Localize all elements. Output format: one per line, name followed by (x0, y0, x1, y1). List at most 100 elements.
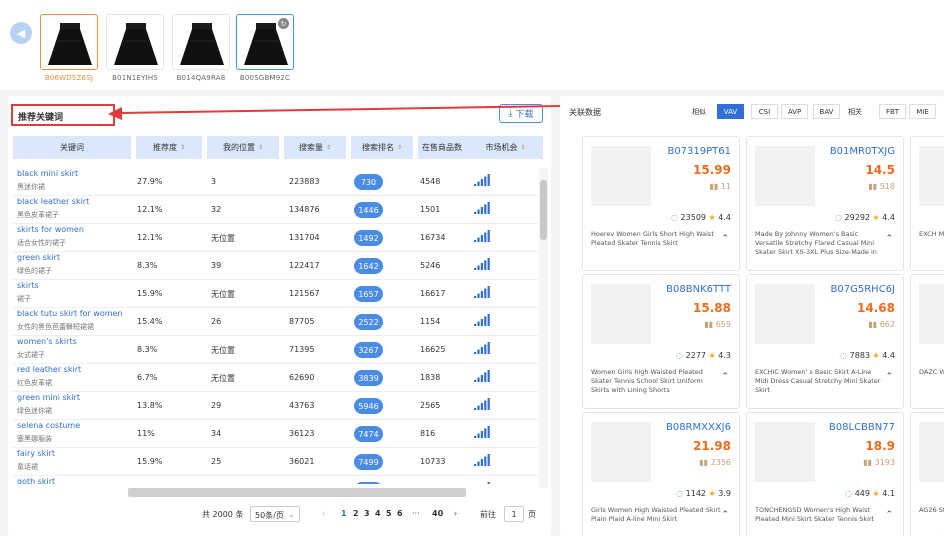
table-row[interactable]: selena costume 塞黑娜服装 11% 34 36123 7474 816 (13, 420, 538, 448)
card-title: EXCHIC Women' s Basic Skirt A-Line Midi … (755, 368, 881, 394)
keyword-link[interactable]: black mini skirt (17, 169, 78, 178)
table-row[interactable]: black mini skirt 黑迷你裙 27.9% 3 223883 730 4548 (13, 168, 538, 196)
prev-page-icon[interactable]: ‹ (322, 509, 325, 518)
scroll-thumb[interactable] (540, 180, 547, 240)
tab-avp[interactable]: AVP (781, 104, 808, 119)
col-position[interactable]: 我的位置 ⇕ (207, 136, 279, 159)
card-asin[interactable]: B07319PT61 (667, 146, 731, 157)
page-6[interactable]: 6 (397, 509, 403, 518)
next-page-icon[interactable]: › (454, 509, 457, 518)
signal-bar (477, 321, 480, 326)
table-row[interactable]: goth skirt哥特裙19.2%193380780571549 (13, 476, 538, 484)
card-asin[interactable]: B01MR0TXJG (830, 146, 895, 157)
product-asin-label[interactable]: B00SGBM92C (230, 74, 300, 82)
vertical-scrollbar[interactable] (539, 168, 548, 488)
position-value: 25 (211, 457, 222, 466)
product-card[interactable]: B07G5RHC6J 14.68 ▮▮ 662 ◌ 7883 ★ 4.4 EXCHIC … (746, 274, 904, 409)
col-volume[interactable]: 搜索量 ⇕ (284, 136, 346, 159)
tab-vav[interactable]: VAV (717, 104, 744, 119)
product-thumbnail[interactable] (40, 14, 98, 70)
product-image[interactable] (591, 146, 651, 206)
product-thumbnail[interactable] (172, 14, 230, 70)
keyword-link[interactable]: fairy skirt (17, 449, 55, 458)
product-card[interactable]: B08LCBBN77 18.9 ▮▮ 3193 ◌ 449 ★ 4.1 TONCHENG… (746, 412, 904, 536)
card-asin[interactable]: B08BNK6TTT (666, 284, 731, 295)
keyword-link[interactable]: skirts (17, 281, 39, 290)
signal-bar (487, 314, 490, 326)
product-card[interactable]: B01MR0TXJG 14.5 ▮▮ 518 ◌ 29292 ★ 4.4 Made By… (746, 136, 904, 271)
table-row[interactable]: women's skirts 女式裙子 8.3% 无位置 71395 3267 16625 (13, 336, 538, 364)
tab-csi[interactable]: CSI (751, 104, 778, 119)
chevron-up-icon[interactable]: ⌃ (885, 510, 893, 520)
product-card[interactable]: EXCH Midi Skirt (910, 136, 944, 271)
tab-fbt[interactable]: FBT (879, 104, 906, 119)
page-4[interactable]: 4 (375, 509, 381, 518)
product-asin-label[interactable]: B014QA9RA8 (166, 74, 236, 82)
table-row[interactable]: red leather skirt 红色皮革裙 6.7% 无位置 62690 3839 18… (13, 364, 538, 392)
keyword-link[interactable]: green mini skirt (17, 393, 80, 402)
product-thumbnail[interactable]: ↻ (236, 14, 294, 70)
col-recommend[interactable]: 推荐度 ⇕ (136, 136, 202, 159)
product-asin-label[interactable]: B01N1EYIHS (100, 74, 170, 82)
keyword-link[interactable]: women's skirts (17, 337, 77, 346)
product-card[interactable]: B08RMXXXJ6 21.98 ▮▮ 2356 ◌ 1142 ★ 3.9 Girls … (582, 412, 740, 536)
chevron-up-icon[interactable]: ⌃ (721, 234, 729, 244)
page-1[interactable]: 1 (341, 509, 347, 518)
product-image[interactable] (919, 284, 944, 344)
keyword-link[interactable]: black tutu skirt for women (17, 309, 123, 318)
table-row[interactable]: fairy skirt 童话裙 15.9% 25 36021 7499 10733 (13, 448, 538, 476)
product-card[interactable]: B08BNK6TTT 15.88 ▮▮ 659 ◌ 2277 ★ 4.3 Women G… (582, 274, 740, 409)
tab-bav[interactable]: BAV (813, 104, 840, 119)
signal-bar (480, 291, 483, 298)
product-card[interactable]: DAZC Waist for W (910, 274, 944, 409)
product-image[interactable] (591, 422, 651, 482)
card-asin[interactable]: B08LCBBN77 (829, 422, 895, 433)
table-row[interactable]: black tutu skirt for women 女性的黑色芭蕾舞短裙裙 15.… (13, 308, 538, 336)
product-image[interactable] (591, 284, 651, 344)
product-image[interactable] (919, 146, 944, 206)
product-image[interactable] (919, 422, 944, 482)
col-opportunity[interactable]: 市场机会 ⇕ (468, 136, 543, 159)
keyword-link[interactable]: green skirt (17, 253, 60, 262)
goto-page-input[interactable]: 1 (504, 506, 524, 522)
tab-mie[interactable]: MIE (909, 104, 936, 119)
product-card[interactable]: AG26 Stretc (910, 412, 944, 536)
col-keyword[interactable]: 关键词 (13, 136, 131, 159)
product-thumbnail[interactable] (106, 14, 164, 70)
product-image[interactable] (755, 146, 815, 206)
col-rank[interactable]: 搜索排名 ⇕ (351, 136, 413, 159)
table-row[interactable]: skirts 裙子 15.9% 无位置 121567 1657 16617 (13, 280, 538, 308)
card-asin[interactable]: B08RMXXXJ6 (666, 422, 731, 433)
keyword-link[interactable]: selena costume (17, 421, 80, 430)
refresh-icon[interactable]: ↻ (278, 18, 289, 29)
table-row[interactable]: black leather skirt 黑色皮革裙子 12.1% 32 134876 14… (13, 196, 538, 224)
page-5[interactable]: 5 (386, 509, 392, 518)
horizontal-scrollbar[interactable] (128, 488, 466, 497)
col-count[interactable]: 在售商品数 (418, 136, 468, 159)
keyword-link[interactable]: skirts for women (17, 225, 84, 234)
table-row[interactable]: skirts for women 适合女性的裙子 12.1% 无位置 131704 149… (13, 224, 538, 252)
page-last[interactable]: 40 (432, 509, 443, 518)
keyword-link[interactable]: red leather skirt (17, 365, 81, 374)
total-count: 共 2000 条 (202, 510, 244, 519)
card-asin[interactable]: B07G5RHC6J (831, 284, 895, 295)
product-image[interactable] (755, 284, 815, 344)
chevron-up-icon[interactable]: ⌃ (721, 510, 729, 520)
page-3[interactable]: 3 (364, 509, 370, 518)
chevron-up-icon[interactable]: ⌃ (721, 372, 729, 382)
product-image[interactable] (755, 422, 815, 482)
table-row[interactable]: green mini skirt 绿色迷你裙 13.8% 29 43763 5946 256… (13, 392, 538, 420)
keyword-link[interactable]: black leather skirt (17, 197, 89, 206)
page-ellipsis[interactable]: ··· (412, 509, 420, 518)
chevron-up-icon[interactable]: ⌃ (885, 372, 893, 382)
prev-arrow-icon[interactable]: ◀ (10, 22, 32, 44)
product-asin-label[interactable]: B06WD5Z6SJ (34, 74, 104, 82)
page-size-select[interactable]: 50条/页 ⌄ (250, 506, 300, 522)
page-2[interactable]: 2 (353, 509, 359, 518)
rank-badge: 1657 (354, 286, 383, 302)
download-button[interactable]: ⤓ 下载 (499, 104, 543, 123)
table-row[interactable]: green skirt 绿色的裙子 8.3% 39 122417 1642 5246 (13, 252, 538, 280)
chevron-up-icon[interactable]: ⌃ (885, 234, 893, 244)
product-card[interactable]: B07319PT61 15.99 ▮▮ 11 ◌ 23509 ★ 4.4 Hoerev … (582, 136, 740, 271)
keyword-link[interactable]: goth skirt (17, 477, 55, 484)
